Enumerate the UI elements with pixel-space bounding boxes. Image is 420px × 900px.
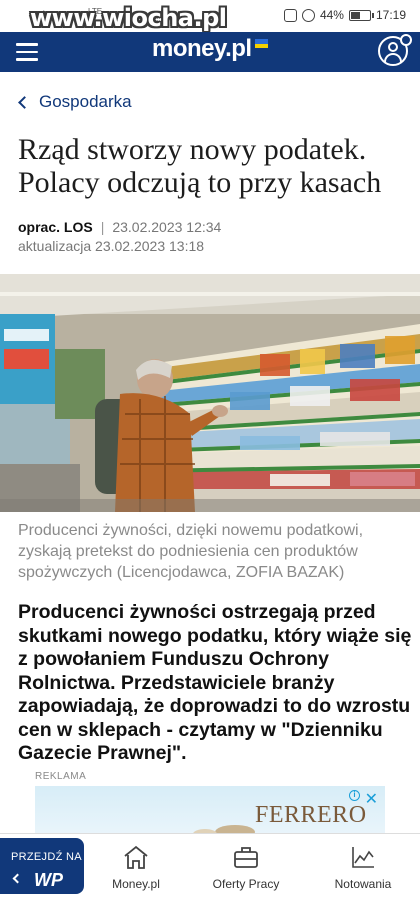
ad-info-icon[interactable]: i [349,790,360,801]
ad-brand: FERRERO [255,802,367,828]
menu-icon[interactable] [16,43,38,61]
clock: 17:19 [375,8,406,22]
user-account-icon[interactable] [378,34,412,66]
chevron-left-icon [12,873,23,884]
go-to-wp-label: PRZEJDŹ NA [11,851,82,863]
site-logo[interactable]: money.pl [152,35,252,63]
home-icon [124,845,148,869]
ukraine-flag-icon [255,39,268,48]
nav-item-jobs[interactable]: Oferty Pracy [191,844,301,891]
byline: oprac. LOS | 23.02.2023 12:34 [18,219,221,235]
byline-separator: | [100,219,105,235]
supermarket-shopper-image [0,274,420,512]
wp-logo: WP [34,870,63,890]
ad-close-icon[interactable]: ✕ [365,789,378,809]
nfc-icon [283,8,297,22]
article-author[interactable]: oprac. LOS [18,219,93,235]
breadcrumb[interactable]: Gospodarka [18,92,132,112]
article-photo [0,274,420,512]
briefcase-icon [234,847,258,868]
alarm-icon [301,8,315,22]
nav-item-quotes[interactable]: Notowania [308,844,418,891]
photo-caption: Producenci żywności, dzięki nowemu podat… [18,522,364,581]
watermark: www.wiocha.pl [30,4,227,32]
update-date: aktualizacja 23.02.2023 13:18 [18,238,205,254]
article-lead: Producenci żywności ostrzegają przed sku… [18,601,412,764]
battery-icon [348,9,374,21]
gear-icon [400,34,412,46]
bottom-navigation: PRZEJDŹ NA WP Money.pl Oferty Pracy Noto… [0,833,420,900]
breadcrumb-label[interactable]: Gospodarka [39,92,132,112]
status-bar: Plus LTE www.wiocha.pl 44% 17:19 [0,0,420,32]
publish-date: 23.02.2023 12:34 [112,219,222,235]
nav-item-label: Money.pl [112,877,160,891]
nav-item-label: Notowania [334,877,392,891]
battery-percent: 44% [319,8,344,22]
chart-icon [352,847,374,868]
go-to-wp-button[interactable]: PRZEJDŹ NA WP [0,838,84,894]
nav-item-label: Oferty Pracy [212,877,280,891]
ad-label: REKLAMA [35,771,87,782]
advertisement-banner[interactable]: FERRERO i ✕ [35,786,385,836]
article-title: Rząd stworzy nowy podatek. Polacy odczuj… [18,133,382,199]
chevron-left-icon [18,95,31,109]
app-header: money.pl [0,32,420,72]
nav-item-money[interactable]: Money.pl [81,844,191,891]
